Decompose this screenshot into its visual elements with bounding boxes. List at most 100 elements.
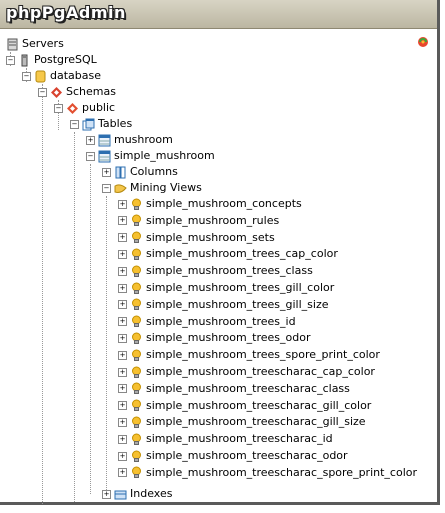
expand-toggle[interactable]: + [118,216,127,226]
indexes-icon [114,490,127,499]
tree-label: simple_mushroom_trees_class [146,264,313,278]
expand-toggle[interactable]: + [118,233,127,243]
expand-toggle[interactable]: + [118,417,127,427]
tree-label: mushroom [114,133,173,146]
tree-label: simple_mushroom_concepts [146,197,302,210]
tree-node-tables[interactable]: − Tables [70,116,132,132]
expand-toggle[interactable]: + [118,266,127,276]
expand-toggle[interactable]: + [118,367,127,377]
tree-label: public [82,101,116,114]
tree-node-mining-view[interactable]: + simple_mushroom_trees_class [118,263,313,279]
tree-label: simple_mushroom_treescharac_class [146,381,350,395]
database-icon [35,70,46,82]
bulb-icon [132,466,141,479]
tree-label: Tables [98,117,133,130]
app-logo[interactable]: phpPgAdmin [6,3,126,22]
tree-node-mining-view[interactable]: + simple_mushroom_sets [118,230,275,246]
tree-node-mining-views[interactable]: − Mining Views [102,180,202,196]
tree-node-mining-view[interactable]: + simple_mushroom_concepts [118,196,302,212]
schemas-icon [51,86,62,98]
tree-label: simple_mushroom_treescharac_id [146,432,333,446]
expand-toggle[interactable]: + [118,249,127,259]
expand-toggle[interactable]: + [118,317,127,327]
expand-toggle[interactable]: + [118,451,127,461]
columns-icon [115,166,126,178]
tree-node-mining-view[interactable]: + simple_mushroom_treescharac_gill_size [118,414,366,430]
table-icon [98,134,111,146]
expand-toggle[interactable]: + [118,434,127,444]
tree-node-columns[interactable]: + Columns [102,164,178,180]
tree-node-mining-view[interactable]: + simple_mushroom_trees_gill_color [118,280,334,296]
tree-node-mining-view[interactable]: + simple_mushroom_trees_id [118,314,296,330]
mining-views-icon [114,183,127,193]
bulb-icon [132,298,141,311]
tree-label: simple_mushroom [114,149,215,162]
expand-toggle[interactable]: + [102,489,111,499]
bulb-icon [132,399,141,412]
bulb-icon [132,332,141,344]
tree-node-table-mushroom[interactable]: + mushroom [86,132,173,148]
bulb-icon [132,382,141,395]
collapse-toggle[interactable]: − [70,119,79,129]
collapse-toggle[interactable]: − [38,87,47,97]
tree-node-mining-view[interactable]: + simple_mushroom_trees_gill_size [118,297,329,313]
expand-toggle[interactable]: + [118,300,127,310]
tree-label: simple_mushroom_trees_odor [146,331,311,345]
collapse-toggle[interactable]: − [86,151,95,161]
expand-toggle[interactable]: + [118,468,127,478]
tree-label: simple_mushroom_treescharac_gill_size [146,415,366,429]
tree-node-mining-view[interactable]: + simple_mushroom_rules [118,213,279,229]
expand-toggle[interactable]: + [118,350,127,360]
collapse-toggle[interactable]: − [6,55,15,65]
tree-node-database[interactable]: − database [22,68,101,84]
tree-node-mining-view[interactable]: + simple_mushroom_treescharac_cap_color [118,364,375,380]
tree-node-mining-view[interactable]: + simple_mushroom_treescharac_class [118,381,350,397]
tree-label: Schemas [66,85,116,98]
bulb-icon [132,248,141,260]
bulb-icon [132,315,141,328]
tree-node-mining-view[interactable]: + simple_mushroom_treescharac_odor [118,448,348,464]
tree-node-indexes[interactable]: + Indexes [102,486,172,502]
expand-toggle[interactable]: + [118,199,127,209]
schema-icon [67,102,78,114]
tree-node-mining-view[interactable]: + simple_mushroom_treescharac_spore_print… [118,465,417,481]
tree-node-mining-view[interactable]: + simple_mushroom_trees_spore_print_color [118,347,380,363]
tree-label: simple_mushroom_sets [146,230,275,244]
collapse-toggle[interactable]: − [54,103,63,113]
expand-toggle[interactable]: + [118,333,127,343]
tree-node-mining-view[interactable]: + simple_mushroom_treescharac_gill_color [118,398,371,414]
header-bar: phpPgAdmin [0,0,437,29]
tree-label: simple_mushroom_rules [146,213,280,227]
tree-node-server[interactable]: − PostgreSQL [6,52,97,68]
browser-frame: phpPgAdmin Servers − PostgreSQL − databa… [0,0,440,505]
tree-node-schema-public[interactable]: − public [54,100,115,116]
tree-node-table-simple-mushroom[interactable]: − simple_mushroom [86,148,215,164]
expand-toggle[interactable]: + [118,384,127,394]
tree-label: simple_mushroom_trees_spore_print_color [146,348,380,362]
tree-node-mining-view[interactable]: + simple_mushroom_treescharac_id [118,431,333,447]
expand-toggle[interactable]: + [86,135,95,145]
expand-toggle[interactable]: + [118,401,127,411]
bulb-icon [132,231,141,244]
expand-toggle[interactable]: + [118,283,127,293]
bulb-icon [132,450,141,462]
tree-label: Indexes [130,487,173,500]
tree-node-mining-view[interactable]: + simple_mushroom_trees_odor [118,330,310,346]
tree-label: simple_mushroom_trees_cap_color [146,247,338,261]
tree-node-schemas[interactable]: − Schemas [38,84,116,100]
collapse-toggle[interactable]: − [22,71,31,81]
tree-label: simple_mushroom_trees_gill_size [146,297,329,311]
tree-node-mining-view[interactable]: + simple_mushroom_trees_cap_color [118,246,338,262]
bulb-icon [132,366,141,378]
tree-label: Servers [22,37,64,50]
collapse-toggle[interactable]: − [102,183,111,193]
tree-label: simple_mushroom_treescharac_odor [146,449,348,462]
bulb-icon [132,433,141,445]
tree-node-servers[interactable]: Servers [6,36,64,52]
expand-toggle[interactable]: + [102,167,111,177]
server-icon [21,54,28,66]
tree-label: simple_mushroom_treescharac_gill_color [146,398,372,412]
tables-icon [82,118,95,130]
bulb-icon [132,265,141,277]
bulb-icon [132,198,141,210]
